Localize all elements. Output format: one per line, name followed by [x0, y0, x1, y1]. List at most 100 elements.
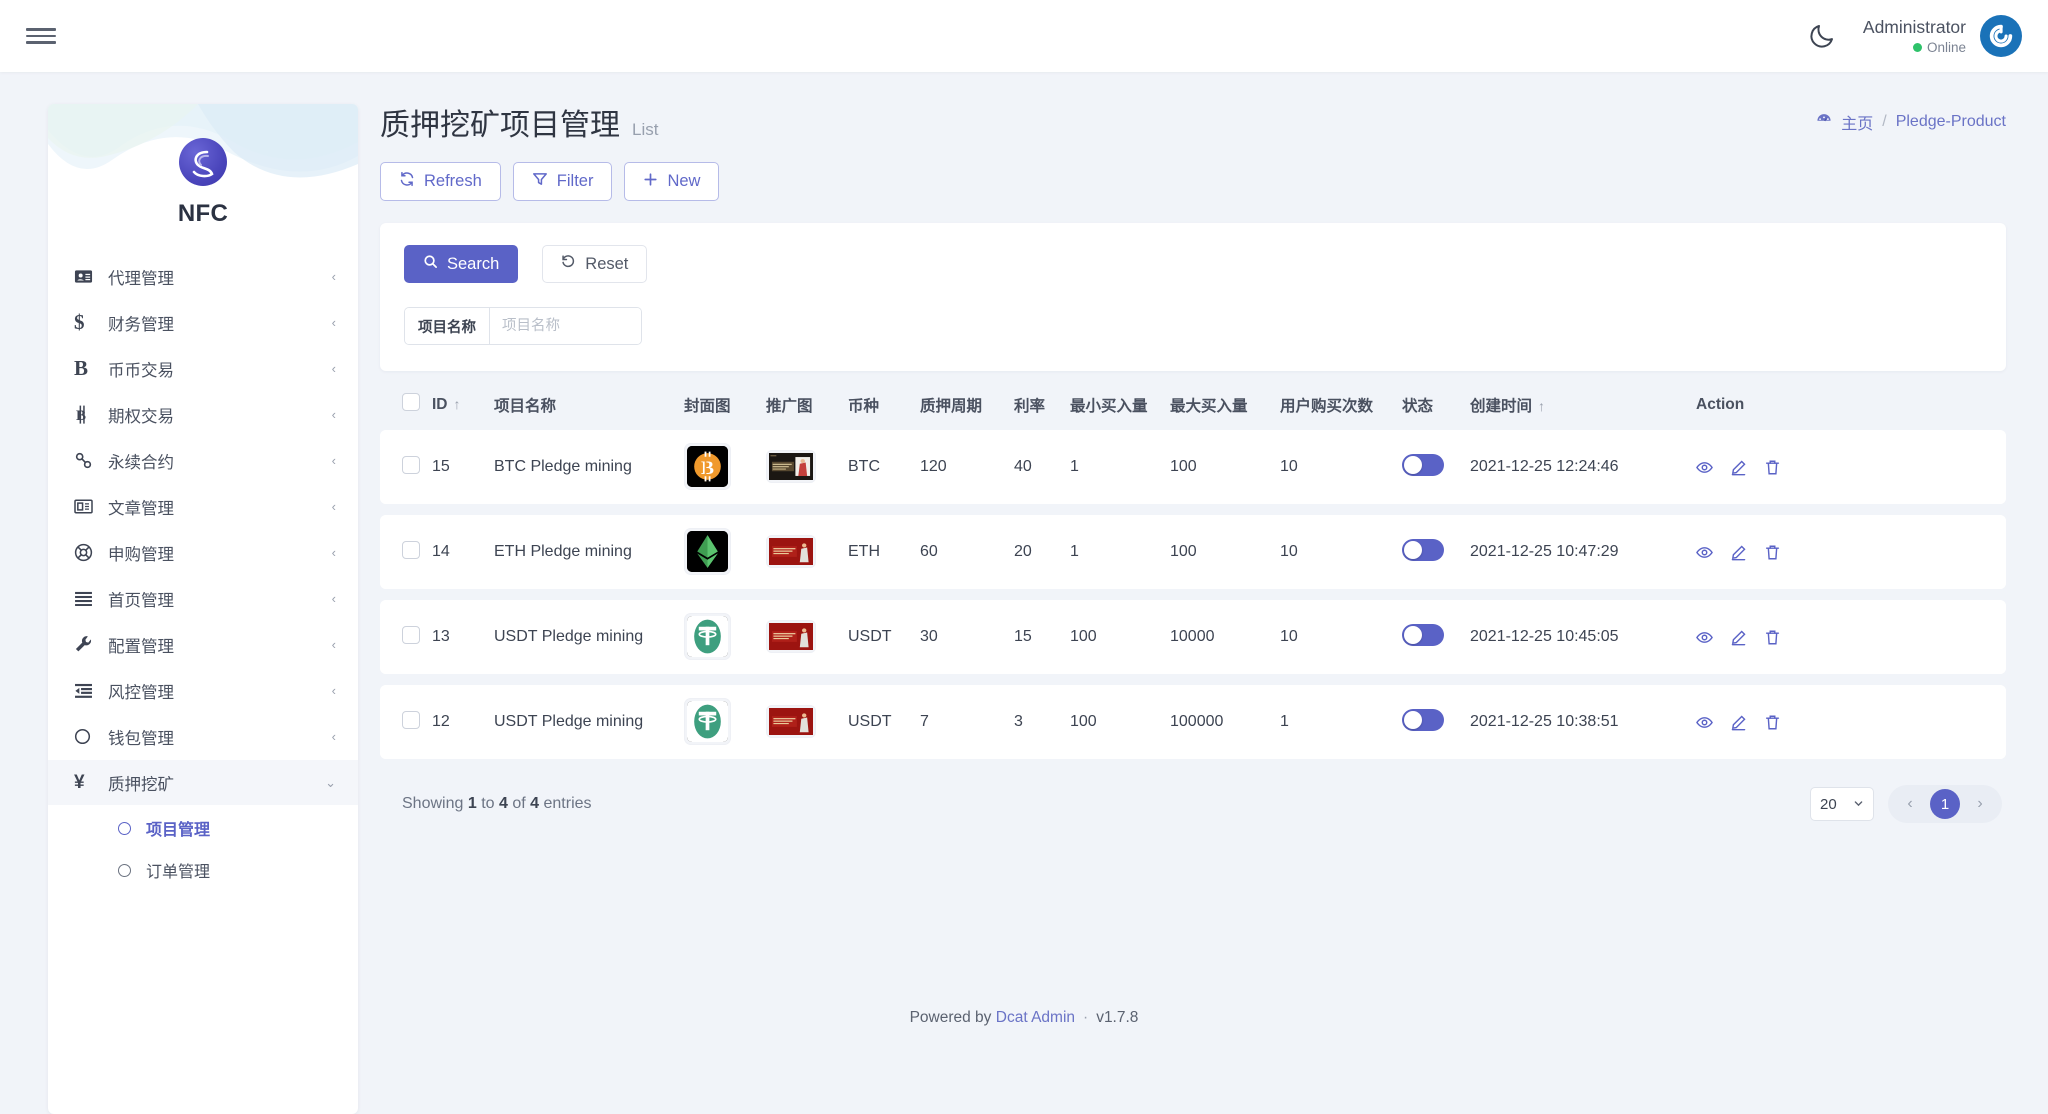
- column-created-at[interactable]: 创建时间↑: [1470, 393, 1696, 430]
- row-checkbox[interactable]: [402, 711, 420, 729]
- bitcoin-b-icon: B: [74, 405, 108, 424]
- status-toggle[interactable]: [1402, 709, 1444, 731]
- newspaper-icon: [74, 498, 108, 515]
- footer-brand-link[interactable]: Dcat Admin: [996, 1009, 1075, 1027]
- chevron-left-icon: ‹: [332, 315, 336, 330]
- column-promo-image[interactable]: 推广图: [766, 393, 848, 430]
- column-id[interactable]: ID↑: [432, 393, 494, 430]
- chevron-left-icon: ‹: [332, 361, 336, 376]
- filter-button[interactable]: Filter: [513, 162, 613, 201]
- cell-period: 120: [920, 430, 1014, 504]
- top-bar: Administrator Online: [0, 0, 2048, 72]
- column-rate[interactable]: 利率: [1014, 393, 1070, 430]
- sidebar-item-perpetual[interactable]: 永续合约 ‹: [48, 438, 358, 483]
- sidebar-item-agent[interactable]: 代理管理 ‹: [48, 254, 358, 299]
- cell-project-name: USDT Pledge mining: [494, 600, 684, 674]
- breadcrumb-current-link[interactable]: Pledge-Product: [1896, 113, 2006, 131]
- column-max-buy[interactable]: 最大买入量: [1170, 393, 1280, 430]
- table-row[interactable]: 15BTC Pledge miningBBTC120401100102021-1…: [380, 430, 2006, 504]
- row-checkbox[interactable]: [402, 626, 420, 644]
- row-checkbox[interactable]: [402, 541, 420, 559]
- cell-created-at: 2021-12-25 10:45:05: [1470, 600, 1696, 674]
- circle-icon: [118, 822, 131, 835]
- trash-icon[interactable]: [1764, 629, 1781, 646]
- next-page-button[interactable]: ›: [1966, 790, 1994, 818]
- project-name-filter: 项目名称: [404, 307, 642, 345]
- prev-page-button[interactable]: ‹: [1896, 790, 1924, 818]
- chevron-left-icon: ‹: [332, 729, 336, 744]
- table-header-row: ID↑ 项目名称 封面图 推广图 币种 质押周期 利率 最小买入量 最大买入量 …: [380, 393, 2006, 430]
- sidebar-item-project-management[interactable]: 项目管理: [48, 807, 358, 849]
- eye-icon[interactable]: [1696, 629, 1713, 646]
- per-page-select[interactable]: 20: [1810, 787, 1874, 821]
- filter-panel: Search Reset 项目名称: [380, 223, 2006, 371]
- cell-project-name: BTC Pledge mining: [494, 430, 684, 504]
- eye-icon[interactable]: [1696, 714, 1713, 731]
- promo-thumbnail[interactable]: [766, 705, 816, 738]
- sidebar-item-order-management[interactable]: 订单管理: [48, 849, 358, 891]
- page-number-button[interactable]: 1: [1930, 789, 1960, 819]
- sidebar-item-options-trade[interactable]: B 期权交易 ‹: [48, 392, 358, 437]
- sidebar-item-subscription[interactable]: 申购管理 ‹: [48, 530, 358, 575]
- cover-thumbnail[interactable]: B: [684, 443, 731, 490]
- status-toggle[interactable]: [1402, 539, 1444, 561]
- cell-project-name: USDT Pledge mining: [494, 685, 684, 759]
- column-status[interactable]: 状态: [1402, 393, 1470, 430]
- reset-button[interactable]: Reset: [542, 245, 647, 283]
- trash-icon[interactable]: [1764, 544, 1781, 561]
- new-button[interactable]: New: [624, 162, 719, 201]
- promo-thumbnail[interactable]: [766, 450, 816, 483]
- breadcrumb-home-link[interactable]: 主页: [1841, 110, 1873, 134]
- user-menu[interactable]: Administrator Online: [1863, 15, 2022, 57]
- row-checkbox[interactable]: [402, 456, 420, 474]
- sidebar-item-risk[interactable]: 风控管理 ‹: [48, 668, 358, 713]
- cover-thumbnail[interactable]: [684, 698, 731, 745]
- select-all-checkbox[interactable]: [402, 393, 420, 411]
- per-page-value: 20: [1820, 796, 1837, 813]
- pencil-icon[interactable]: [1730, 714, 1747, 731]
- promo-thumbnail[interactable]: [766, 535, 816, 568]
- project-name-input[interactable]: [490, 308, 642, 344]
- sidebar-item-homepage[interactable]: 首页管理 ‹: [48, 576, 358, 621]
- cell-coin: BTC: [848, 430, 920, 504]
- column-purchase-times[interactable]: 用户购买次数: [1280, 393, 1402, 430]
- column-min-buy[interactable]: 最小买入量: [1070, 393, 1170, 430]
- eye-icon[interactable]: [1696, 544, 1713, 561]
- table-row[interactable]: 13USDT Pledge miningUSDT3015100100001020…: [380, 600, 2006, 674]
- sidebar-toggle-button[interactable]: [26, 25, 56, 47]
- sidebar-item-config[interactable]: 配置管理 ‹: [48, 622, 358, 667]
- entries-summary: Showing 1 to 4 of 4 entries: [402, 795, 592, 813]
- cover-thumbnail[interactable]: [684, 528, 731, 575]
- chevron-left-icon: ‹: [332, 637, 336, 652]
- trash-icon[interactable]: [1764, 459, 1781, 476]
- avatar[interactable]: [1980, 15, 2022, 57]
- trash-icon[interactable]: [1764, 714, 1781, 731]
- table-row[interactable]: 12USDT Pledge miningUSDT7310010000012021…: [380, 685, 2006, 759]
- column-cover-image[interactable]: 封面图: [684, 393, 766, 430]
- sidebar-item-finance[interactable]: $ 财务管理 ‹: [48, 300, 358, 345]
- promo-thumbnail[interactable]: [766, 620, 816, 653]
- sidebar-item-spot-trade[interactable]: B 币币交易 ‹: [48, 346, 358, 391]
- sidebar-item-wallet[interactable]: 钱包管理 ‹: [48, 714, 358, 759]
- pencil-icon[interactable]: [1730, 544, 1747, 561]
- footer-version: v1.7.8: [1096, 1009, 1138, 1027]
- pencil-icon[interactable]: [1730, 459, 1747, 476]
- moon-icon[interactable]: [1807, 21, 1837, 51]
- letter-b-icon: B: [74, 356, 108, 381]
- status-toggle[interactable]: [1402, 624, 1444, 646]
- column-coin[interactable]: 币种: [848, 393, 920, 430]
- sidebar-item-article[interactable]: 文章管理 ‹: [48, 484, 358, 529]
- status-toggle[interactable]: [1402, 454, 1444, 476]
- refresh-button[interactable]: Refresh: [380, 162, 501, 201]
- table-row[interactable]: 14ETH Pledge miningETH60201100102021-12-…: [380, 515, 2006, 589]
- brand[interactable]: NFC: [48, 104, 358, 228]
- pencil-icon[interactable]: [1730, 629, 1747, 646]
- eye-icon[interactable]: [1696, 459, 1713, 476]
- column-period[interactable]: 质押周期: [920, 393, 1014, 430]
- sidebar-item-pledge-mining[interactable]: ¥ 质押挖矿 ⌄: [48, 760, 358, 805]
- page-header: 质押挖矿项目管理 List 主页 / Pledge-Product: [358, 72, 2048, 144]
- column-project-name[interactable]: 项目名称: [494, 393, 684, 430]
- cover-thumbnail[interactable]: [684, 613, 731, 660]
- brand-name: NFC: [178, 200, 228, 228]
- search-button[interactable]: Search: [404, 245, 518, 283]
